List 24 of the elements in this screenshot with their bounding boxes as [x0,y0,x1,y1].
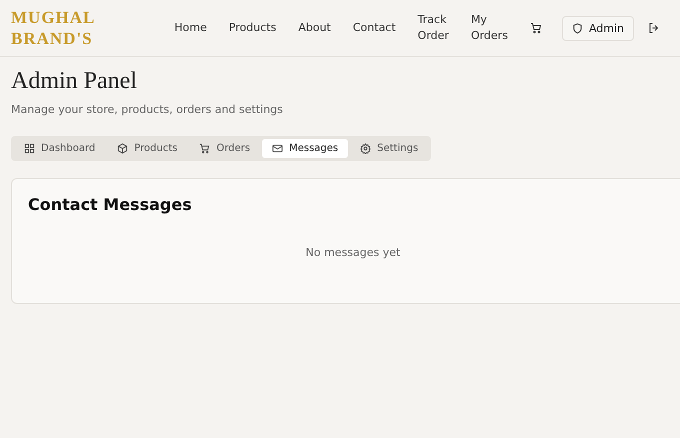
logout-icon[interactable] [648,22,660,34]
nav-link[interactable]: Home [174,20,207,36]
empty-message: No messages yet [304,246,402,259]
admin-button[interactable]: Admin [562,16,634,40]
nav-link[interactable]: Contact [352,20,396,36]
tab[interactable]: Products [107,139,188,158]
tab[interactable]: Orders [189,139,260,158]
tab[interactable]: Settings [350,139,428,158]
box-icon [117,143,128,154]
nav-link[interactable]: Track Order [418,12,449,44]
nav-link[interactable]: Products [228,20,276,36]
page-subtitle: Manage your store, products, orders and settings [11,103,284,116]
tab[interactable]: Messages [262,139,348,158]
cart-icon[interactable] [530,22,542,34]
grid-icon [24,143,35,154]
cart-icon [199,143,210,154]
nav-link[interactable]: My Orders [470,12,508,44]
page-title: Admin Panel [11,67,138,95]
card-title: Contact Messages [28,195,193,214]
envelope-icon [272,143,284,154]
settings-icon [360,143,372,154]
nav-link[interactable]: About [298,20,331,36]
shield-icon [572,22,583,34]
tab[interactable]: Dashboard [14,139,106,158]
